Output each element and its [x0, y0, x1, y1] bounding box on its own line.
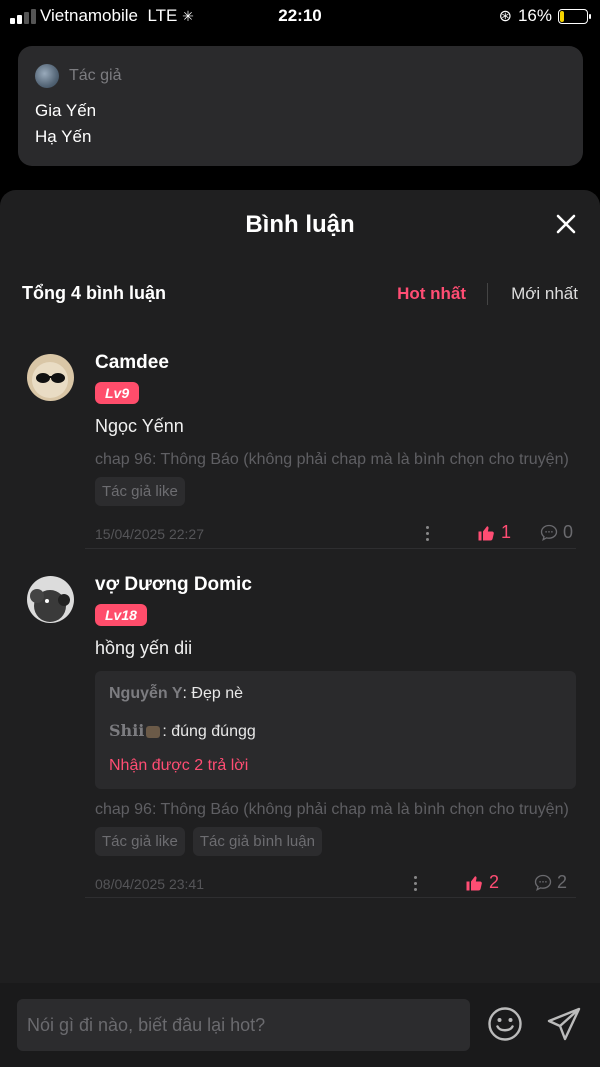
reply-text: : đúng đúngg	[162, 723, 256, 740]
like-count: 2	[489, 872, 500, 892]
send-icon[interactable]	[546, 1006, 582, 1042]
avatar[interactable]	[27, 354, 74, 401]
close-icon[interactable]	[554, 212, 578, 236]
reply-sticker-icon	[146, 725, 161, 738]
level-badge: Lv18	[95, 604, 147, 626]
thumbs-up-icon	[478, 525, 494, 540]
comment-body: Camdee Lv9 Ngọc Yếnn chap 96: Thông Báo …	[95, 352, 576, 550]
tag-author-comment: Tác giả bình luận	[192, 827, 322, 856]
avatar[interactable]	[27, 576, 74, 623]
reply-text: : Đẹp nè	[182, 685, 243, 702]
chapter-ref[interactable]: chap 96: Thông Báo (không phải chap mà l…	[95, 451, 576, 469]
sort-new-tab[interactable]: Mới nhất	[511, 284, 578, 304]
comment-date: 08/04/2025 23:41	[95, 876, 204, 892]
status-bar: Vietnamobile LTE ✳ 22:10 ⊛ 16%	[0, 0, 600, 32]
battery-percent: 16%	[517, 6, 552, 25]
chapter-ref[interactable]: chap 96: Thông Báo (không phải chap mà l…	[95, 801, 576, 819]
sort-divider	[487, 283, 488, 305]
reply-count: 0	[563, 522, 574, 542]
sheet-title: Bình luận	[245, 211, 355, 238]
divider	[85, 897, 576, 898]
more-options-icon[interactable]	[425, 526, 431, 544]
reply-line: Nguyễn Y: Đẹp nè	[109, 685, 562, 703]
comment-input[interactable]	[17, 999, 470, 1051]
chat-bubble-icon	[540, 524, 558, 541]
battery-icon	[558, 8, 591, 24]
tag-author-like: Tác giả like	[95, 477, 185, 506]
comment-author[interactable]: vợ Dương Domic	[95, 574, 576, 596]
comment-date: 15/04/2025 22:27	[95, 526, 204, 542]
reply-preview[interactable]: Nguyễn Y: Đẹp nè Shii : đúng đúngg Nhận đ…	[95, 671, 576, 789]
tag-list: Tác giả like	[95, 477, 576, 506]
comment-meta: 15/04/2025 22:27 1 0	[95, 520, 576, 550]
reply-count: 2	[557, 872, 568, 892]
author-name-1: Gia Yến	[35, 101, 97, 120]
comment-text: Ngọc Yếnn	[95, 416, 184, 436]
comment-input-bar	[0, 983, 600, 1067]
like-count: 1	[501, 522, 512, 542]
like-button[interactable]: 2	[465, 872, 499, 893]
more-options-icon[interactable]	[413, 876, 419, 894]
comments-sheet: Bình luận Tổng 4 bình luận Hot nhất Mới …	[0, 190, 600, 1067]
sort-hot-tab[interactable]: Hot nhất	[397, 284, 466, 304]
author-name-2: Hạ Yến	[35, 127, 92, 146]
level-badge: Lv9	[95, 382, 140, 404]
reply-button[interactable]: 0	[539, 522, 573, 543]
author-label: Tác giả	[69, 67, 122, 84]
comment-body: vợ Dương Domic Lv18 hồng yến dii Nguyễn …	[95, 574, 576, 900]
battery-fill	[560, 10, 565, 22]
author-avatar	[35, 64, 59, 88]
chat-bubble-icon	[534, 874, 552, 891]
reply-author: Nguyễn Y	[109, 685, 183, 702]
comment-total: Tổng 4 bình luận	[22, 283, 166, 303]
reply-author: Shii	[109, 721, 145, 740]
tag-author-like: Tác giả like	[95, 827, 185, 856]
thumbs-up-icon	[466, 875, 482, 890]
author-card[interactable]: Tác giả Gia Yến Hạ Yến	[18, 46, 583, 166]
comment-text: hồng yến dii	[95, 638, 193, 658]
like-button[interactable]: 1	[477, 522, 511, 543]
comment-meta: 08/04/2025 23:41 2 2	[95, 870, 576, 900]
rotation-lock-icon: ⊛	[498, 8, 512, 25]
status-right: ⊛ 16%	[498, 6, 591, 26]
divider	[85, 548, 576, 549]
tag-list: Tác giả like Tác giả bình luận	[95, 827, 576, 856]
comment-author[interactable]: Camdee	[95, 352, 576, 374]
emoji-icon[interactable]	[487, 1006, 523, 1042]
view-replies-link[interactable]: Nhận được 2 trả lời	[109, 757, 562, 775]
reply-line: Shii : đúng đúngg	[109, 721, 562, 741]
reply-button[interactable]: 2	[533, 872, 567, 893]
